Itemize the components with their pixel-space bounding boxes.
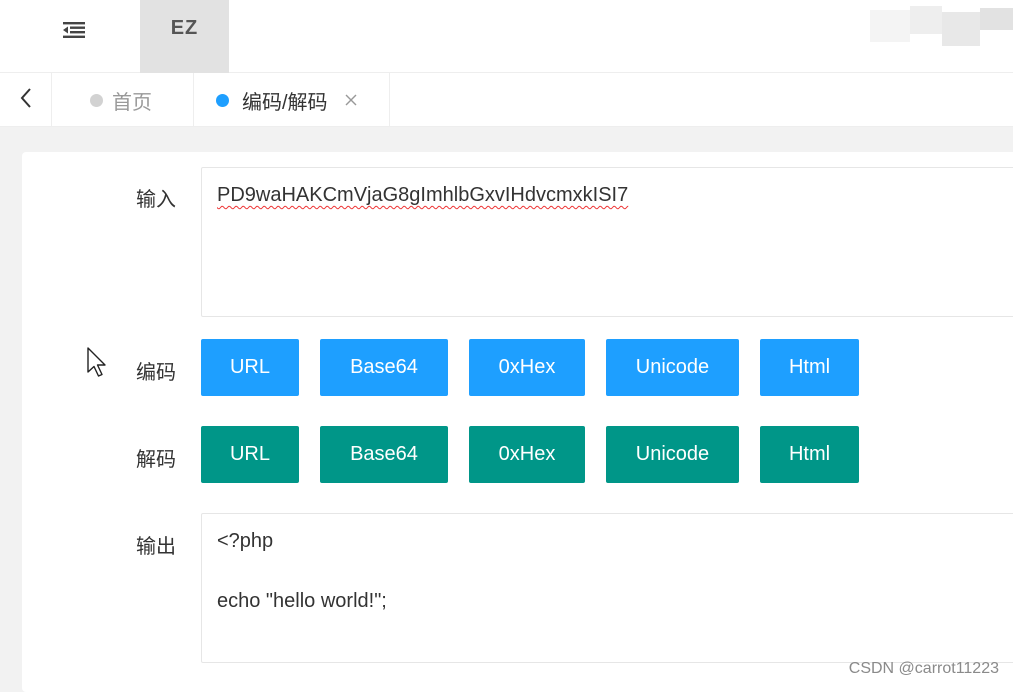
decode-unicode-button[interactable]: Unicode xyxy=(606,426,739,483)
encode-unicode-button[interactable]: Unicode xyxy=(606,339,739,396)
tab-encode-decode[interactable]: 编码/解码 xyxy=(194,73,390,127)
menu-toggle-button[interactable] xyxy=(52,16,96,44)
input-label: 输入 xyxy=(136,189,176,211)
decode-button-group: URL Base64 0xHex Unicode Html xyxy=(201,426,880,483)
mouse-cursor-icon xyxy=(87,347,109,379)
tab-status-dot xyxy=(90,93,103,107)
top-header: EZ xyxy=(0,0,1013,73)
input-textarea[interactable]: PD9waHAKCmVjaG8gImhlbGxvIHdvcmxkISI7 xyxy=(201,167,1013,317)
tab-label: 首页 xyxy=(112,91,152,114)
encode-base64-button[interactable]: Base64 xyxy=(320,339,448,396)
tab-status-dot xyxy=(216,93,229,107)
encode-html-button[interactable]: Html xyxy=(760,339,859,396)
decode-html-button[interactable]: Html xyxy=(760,426,859,483)
tab-home[interactable]: 首页 xyxy=(52,73,194,127)
output-label: 输出 xyxy=(136,536,176,558)
chevron-left-icon xyxy=(20,87,32,113)
decode-hex-button[interactable]: 0xHex xyxy=(469,426,585,483)
output-line: <?php xyxy=(217,530,274,552)
tab-label: 编码/解码 xyxy=(242,91,328,114)
encode-url-button[interactable]: URL xyxy=(201,339,299,396)
decode-url-button[interactable]: URL xyxy=(201,426,299,483)
encode-hex-button[interactable]: 0xHex xyxy=(469,339,585,396)
output-textarea[interactable]: <?php echo "hello world!"; xyxy=(201,513,1013,663)
output-line: echo "hello world!"; xyxy=(217,590,387,612)
input-value: PD9waHAKCmVjaG8gImhlbGxvIHdvcmxkISI7 xyxy=(217,184,629,206)
outdent-icon xyxy=(63,22,85,38)
close-icon[interactable] xyxy=(344,93,358,107)
decode-label: 解码 xyxy=(136,449,176,471)
user-avatar-blurred xyxy=(870,6,1013,48)
tab-bar: 首页 编码/解码 xyxy=(0,73,1013,127)
decode-base64-button[interactable]: Base64 xyxy=(320,426,448,483)
tab-scroll-left-button[interactable] xyxy=(0,73,52,127)
encode-button-group: URL Base64 0xHex Unicode Html xyxy=(201,339,880,396)
encode-label: 编码 xyxy=(136,362,176,384)
watermark: CSDN @carrot11223 xyxy=(848,660,999,677)
brand-logo[interactable]: EZ xyxy=(140,0,229,73)
